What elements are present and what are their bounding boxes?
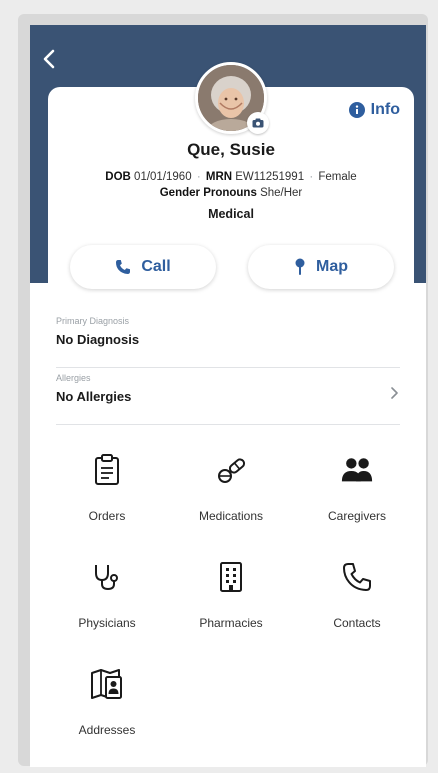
back-button[interactable] <box>38 47 60 71</box>
tile-medications[interactable]: Medications <box>176 447 286 537</box>
stethoscope-icon <box>90 560 124 594</box>
dob-value: 01/01/1960 <box>134 171 192 183</box>
chevron-right-icon <box>388 385 400 401</box>
info-label: Info <box>370 101 400 118</box>
tile-label: Medications <box>198 509 264 523</box>
chevron-left-icon <box>43 49 55 69</box>
call-label: Call <box>141 258 171 275</box>
patient-demographics: DOB 01/01/1960 · MRN EW11251991 · Female <box>105 171 357 183</box>
tile-pharmacies[interactable]: Pharmacies <box>176 554 286 644</box>
mrn-label: MRN <box>205 171 233 183</box>
tile-label: Physicians <box>78 616 136 630</box>
avatar-container <box>195 62 269 134</box>
map-label: Map <box>316 258 348 275</box>
tile-addresses[interactable]: Addresses <box>52 661 162 751</box>
tile-physicians[interactable]: Physicians <box>52 554 162 644</box>
camera-icon <box>252 118 264 128</box>
allergies-value: No Allergies <box>56 389 132 404</box>
patient-profile-screen: Info Que, Susie DOB 01/01/1960 · MRN EW1… <box>30 25 426 767</box>
change-photo-button[interactable] <box>247 112 269 134</box>
diagnosis-label: Primary Diagnosis <box>56 316 130 326</box>
tile-label: Pharmacies <box>199 616 263 630</box>
clipboard-icon <box>90 453 124 487</box>
sex-value: Female <box>318 171 357 183</box>
info-button[interactable]: Info <box>348 101 400 119</box>
map-pin-icon <box>295 258 305 275</box>
call-button[interactable]: Call <box>70 245 216 289</box>
primary-diagnosis-field: Primary Diagnosis No Diagnosis <box>56 316 400 368</box>
tile-label: Caregivers <box>327 509 387 523</box>
mrn-value: EW11251991 <box>235 171 305 183</box>
patient-pronouns: Gender Pronouns She/Her <box>48 187 414 199</box>
dob-label: DOB <box>105 171 131 183</box>
pronouns-label: Gender Pronouns <box>159 187 257 199</box>
phone-icon <box>116 260 131 274</box>
pills-icon <box>214 453 248 487</box>
tile-caregivers[interactable]: Caregivers <box>302 447 412 537</box>
patient-card: Info Que, Susie DOB 01/01/1960 · MRN EW1… <box>48 62 414 767</box>
allergies-label: Allergies <box>56 373 91 383</box>
map-button[interactable]: Map <box>248 245 394 289</box>
pronouns-value: She/Her <box>260 187 303 199</box>
tile-label: Orders <box>88 509 126 523</box>
diagnosis-value: No Diagnosis <box>56 332 140 347</box>
map-contact-icon <box>90 667 124 701</box>
info-icon <box>348 102 365 118</box>
patient-program: Medical <box>208 207 254 221</box>
tile-contacts[interactable]: Contacts <box>302 554 412 644</box>
building-icon <box>214 560 248 594</box>
allergies-field[interactable]: Allergies No Allergies <box>56 373 400 425</box>
users-icon <box>340 453 374 487</box>
tile-orders[interactable]: Orders <box>52 447 162 537</box>
tile-label: Contacts <box>333 616 381 630</box>
tile-label: Addresses <box>78 723 136 737</box>
phone-icon <box>340 560 374 594</box>
patient-name: Que, Susie <box>187 140 275 159</box>
